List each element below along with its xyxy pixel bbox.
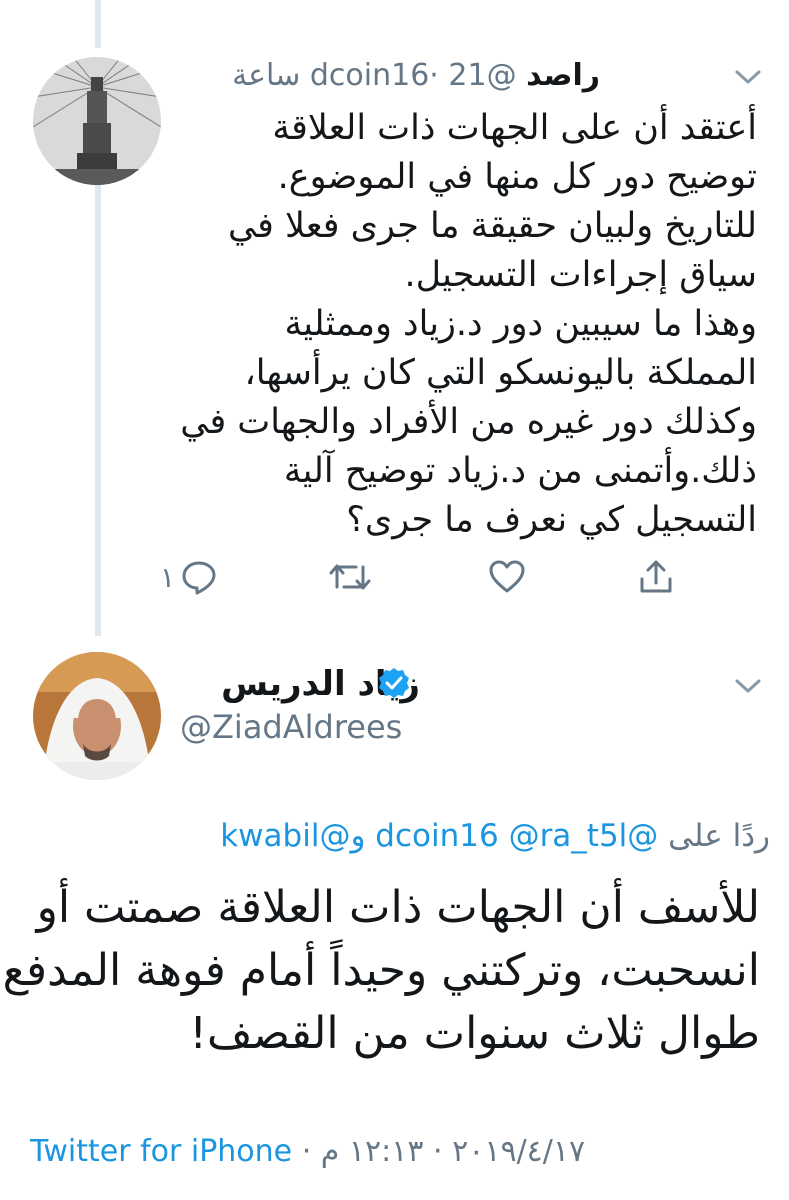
lighthouse-avatar-image [33, 57, 161, 185]
tweet-text-line: توضيح دور كل منها في الموضوع. [277, 157, 757, 197]
header-separator: · [429, 58, 439, 93]
tweet-source-link[interactable]: Twitter for iPhone [30, 1134, 292, 1169]
tweet-header: راصد @dcoin16· 21 ساعة [180, 58, 600, 93]
avatar-ziad-aldrees[interactable] [33, 652, 161, 780]
mention-link[interactable]: @ra_t5l [509, 818, 628, 854]
tweet-text-line: للتاريخ ولبيان حقيقة ما جرى فعلا في [227, 206, 757, 246]
tweet-text-line: المملكة باليونسكو التي كان يرأسها، [244, 353, 757, 393]
tweet-text-line: ذلك.وأتمنى من د.زياد توضيح آلية [283, 451, 757, 491]
thread-connector-top [95, 0, 101, 48]
heart-icon [489, 560, 525, 593]
replying-to: ردًا على @dcoin16 @ra_t5l و@kwabil [150, 818, 770, 854]
tweet-time: ١٢:١٣ م [320, 1134, 424, 1169]
tweet-text-line: انسحبت، وتركتني وحيداً أمام فوهة المدفع [2, 945, 760, 996]
retweet-button[interactable] [328, 555, 372, 599]
tweet-text-line: وكذلك دور غيره من الأفراد والجهات في [180, 402, 757, 442]
tweet-text-line: سياق إجراءات التسجيل. [404, 255, 757, 295]
chevron-down-icon[interactable] [733, 676, 763, 696]
tweet-text-line: للأسف أن الجهات ذات العلاقة صمتت أو [36, 882, 760, 933]
profile-photo-image [33, 652, 161, 780]
retweet-icon [329, 564, 371, 590]
tweet-text-line: أعتقد أن على الجهات ذات العلاقة [272, 108, 757, 148]
tweet-actions: ١ [160, 555, 680, 605]
mention-conjunction: و [350, 818, 366, 854]
share-icon [640, 560, 672, 593]
tweet-text-line: طوال ثلاث سنوات من القصف! [189, 1008, 760, 1059]
author-handle[interactable]: @ZiadAldrees [180, 708, 402, 746]
mention-link[interactable]: @kwabil [220, 818, 350, 854]
tweet-date: ٢٠١٩/٤/١٧ [452, 1134, 586, 1169]
tweet-text-line: وهذا ما سيبين دور د.زياد وممثلية [284, 304, 758, 344]
metadata-separator: · [301, 1134, 312, 1169]
tweet-text: أعتقد أن على الجهات ذات العلاقة توضيح دو… [150, 104, 757, 545]
avatar-rased[interactable] [33, 57, 161, 185]
tweet-text: للأسف أن الجهات ذات العلاقة صمتت أو انسح… [2, 876, 760, 1065]
metadata-separator: · [433, 1134, 443, 1169]
reply-button[interactable]: ١ [160, 555, 219, 599]
like-button[interactable] [487, 555, 527, 599]
tweet-metadata: Twitter for iPhone · ٢٠١٩/٤/١٧ · ١٢:١٣ م [30, 1134, 770, 1169]
reply-icon [182, 561, 216, 595]
replying-to-label: ردًا على [668, 818, 770, 854]
tweet-text-line: التسجيل كي نعرف ما جرى؟ [346, 500, 757, 540]
verified-badge-icon [379, 668, 409, 698]
chevron-down-icon[interactable] [733, 67, 763, 87]
thread-connector [95, 178, 101, 636]
author-name[interactable]: راصد [526, 58, 600, 93]
share-button[interactable] [636, 555, 676, 599]
reply-count: ١ [160, 560, 176, 594]
